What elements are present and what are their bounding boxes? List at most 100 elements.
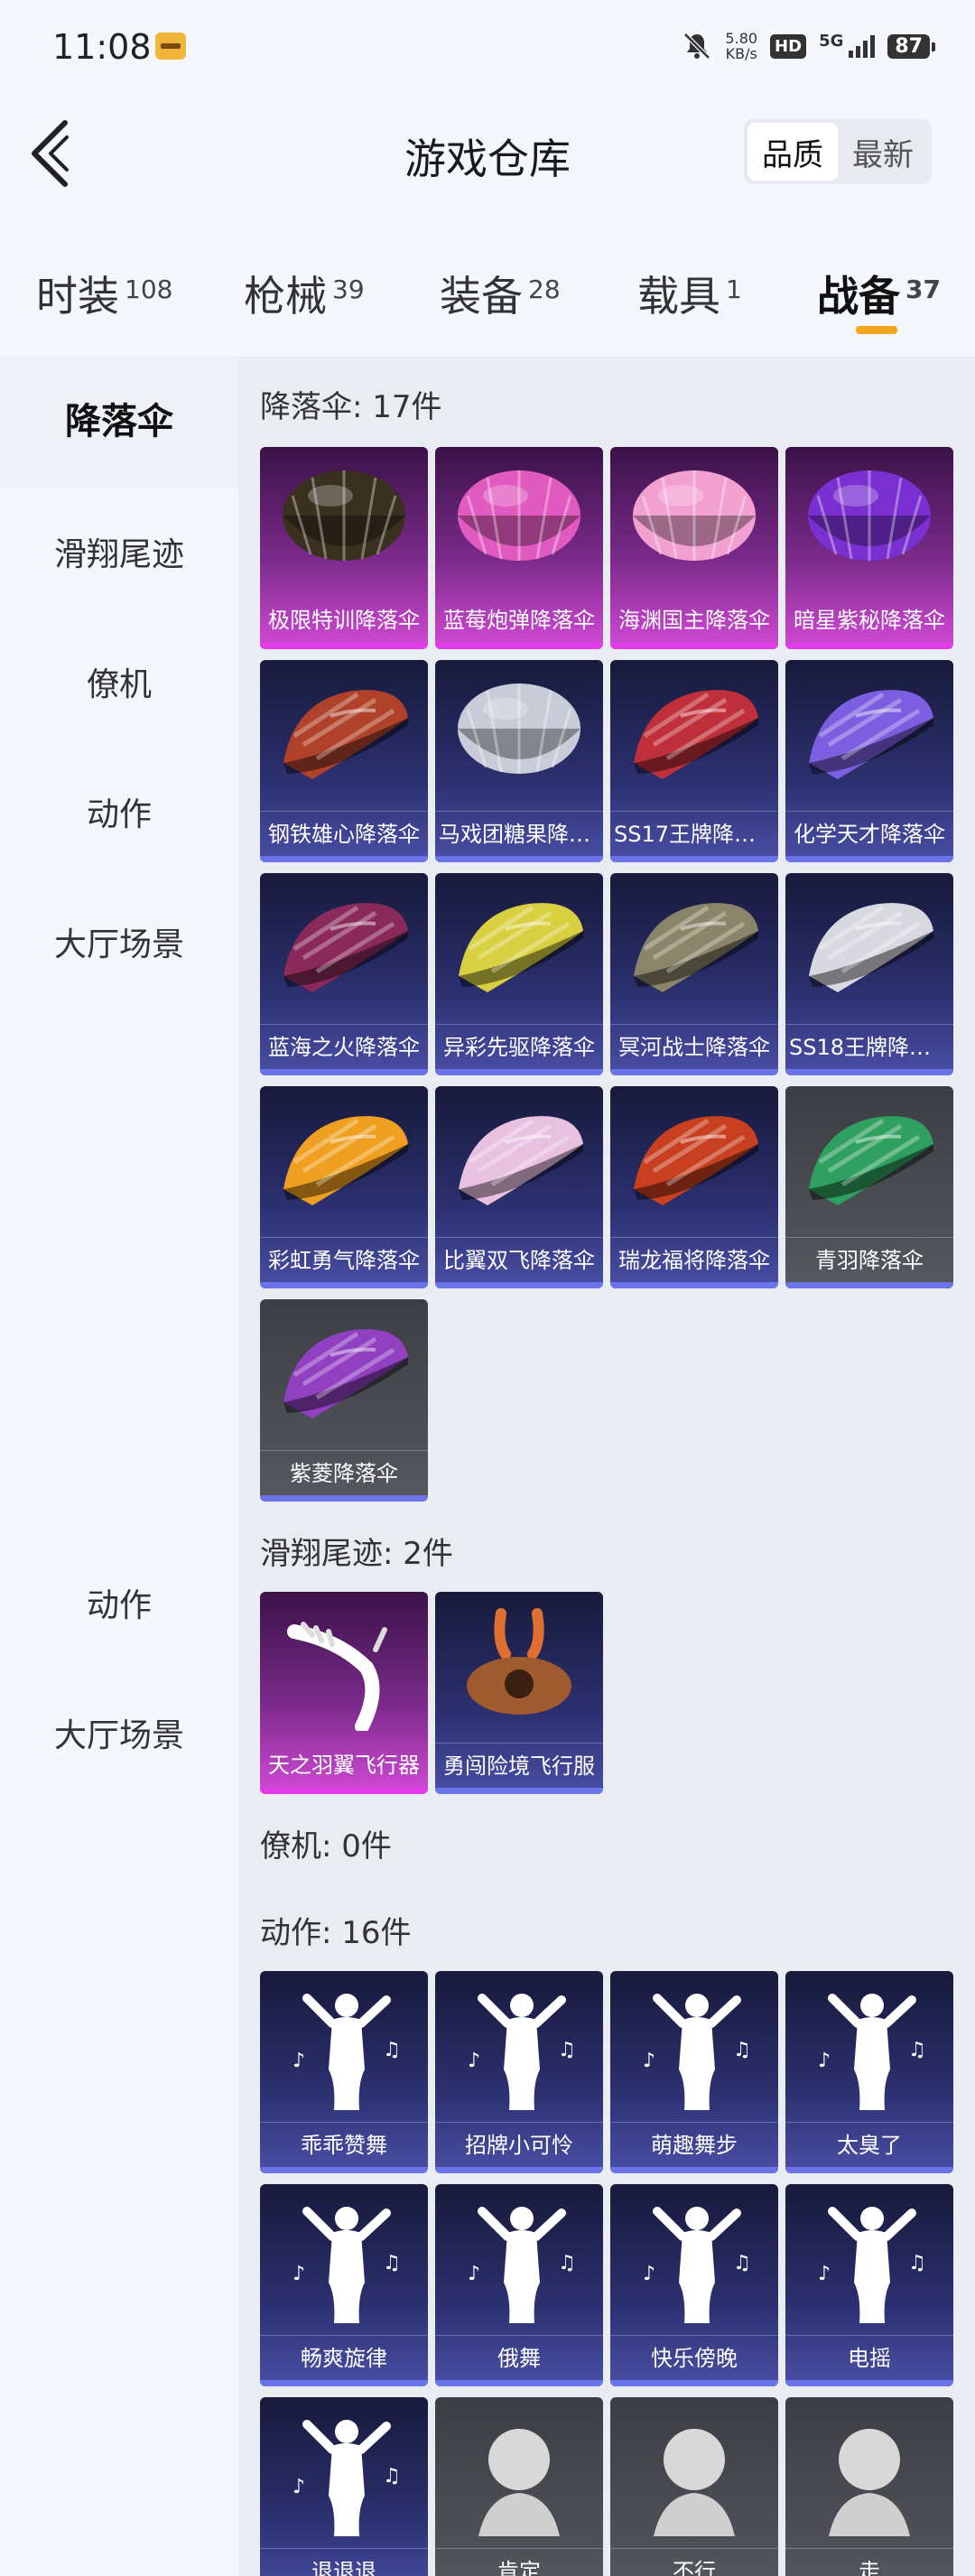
item-name: 勇闯险境飞行服 xyxy=(435,1743,603,1788)
item-name: SS18王牌降落伞 xyxy=(785,1024,953,1069)
parachute-item-card[interactable]: SS18王牌降落伞 xyxy=(785,873,953,1075)
network-speed-value: 5.80 xyxy=(725,30,758,47)
emote-item-card[interactable]: ♪ ♫ 电摇 xyxy=(785,2184,953,2386)
parachute-item-card[interactable]: 比翼双飞降落伞 xyxy=(435,1086,603,1288)
tab-battle-gear[interactable]: 战备 37 xyxy=(817,264,941,323)
sidebar-item-emote-repeat[interactable]: 动作 xyxy=(0,1579,238,1626)
rarity-bar xyxy=(435,2167,603,2173)
rarity-bar xyxy=(260,1788,428,1794)
rarity-bar xyxy=(260,643,428,649)
rarity-bar xyxy=(785,643,953,649)
emote-item-card[interactable]: ♪ ♫ 退退退 xyxy=(260,2397,428,2576)
glide_trail-item-card[interactable]: 天之羽翼飞行器 xyxy=(260,1592,428,1794)
rarity-bar xyxy=(435,1788,603,1794)
item-name: 海渊国主降落伞 xyxy=(618,608,770,633)
sort-option-latest[interactable]: 最新 xyxy=(838,123,928,181)
emote-item-card[interactable]: 走 xyxy=(785,2397,953,2576)
parachute-item-card[interactable]: 冥河战士降落伞 xyxy=(610,873,778,1075)
svg-text:♪: ♪ xyxy=(292,2050,305,2072)
sidebar-item-wingman[interactable]: 僚机 xyxy=(0,658,238,705)
tab-label: 装备 xyxy=(440,272,523,321)
parachute-item-card[interactable]: 马戏团糖果降落伞 xyxy=(435,660,603,862)
rarity-bar xyxy=(785,1282,953,1288)
parachute-icon xyxy=(276,886,412,1012)
item-name: 天之羽翼飞行器 xyxy=(268,1753,420,1778)
section-title-glide-trail: 滑翔尾迹: 2件 xyxy=(260,1536,453,1572)
parachute-item-card[interactable]: 海渊国主降落伞 xyxy=(610,447,778,649)
sidebar-item-parachute[interactable]: 降落伞 xyxy=(0,357,238,488)
emote-figure-icon: ♪ ♫ xyxy=(802,1984,937,2110)
active-tab-indicator xyxy=(856,326,897,334)
item-name: 不行 xyxy=(610,2548,778,2576)
tab-guns[interactable]: 枪械 39 xyxy=(244,264,365,323)
parachute-icon xyxy=(802,460,937,586)
rarity-bar xyxy=(435,1069,603,1075)
parachute-icon xyxy=(276,460,412,586)
rarity-bar xyxy=(785,2167,953,2173)
sort-option-quality[interactable]: 品质 xyxy=(748,123,838,181)
svg-text:♪: ♪ xyxy=(818,2050,831,2072)
item-name: 瑞龙福将降落伞 xyxy=(610,1237,778,1282)
rarity-bar xyxy=(260,1069,428,1075)
rarity-bar xyxy=(610,1069,778,1075)
tab-label: 枪械 xyxy=(244,272,327,321)
parachute-item-card[interactable]: 极限特训降落伞 xyxy=(260,447,428,649)
parachute-item-card[interactable]: 异彩先驱降落伞 xyxy=(435,873,603,1075)
hd-badge: HD xyxy=(770,33,807,59)
parachute-item-card[interactable]: 瑞龙福将降落伞 xyxy=(610,1086,778,1288)
parachute-icon xyxy=(276,1099,412,1225)
emote-item-card[interactable]: 不行 xyxy=(610,2397,778,2576)
item-name: 冥河战士降落伞 xyxy=(610,1024,778,1069)
emote-item-card[interactable]: ♪ ♫ 快乐傍晚 xyxy=(610,2184,778,2386)
emote-item-card[interactable]: 肯定 xyxy=(435,2397,603,2576)
rarity-bar xyxy=(435,2380,603,2386)
parachute-item-card[interactable]: 紫菱降落伞 xyxy=(260,1299,428,1502)
svg-text:♪: ♪ xyxy=(468,2263,480,2285)
sidebar-item-emote[interactable]: 动作 xyxy=(0,788,238,835)
glide_trail-item-card[interactable]: 勇闯险境飞行服 xyxy=(435,1592,603,1794)
inventory-content: 降落伞: 17件 滑翔尾迹: 2件 僚机: 0件 动作: 16件 极限特训降落伞… xyxy=(238,357,975,2576)
sidebar-item-lobby-scene-repeat[interactable]: 大厅场景 xyxy=(0,1709,238,1756)
tab-vehicles[interactable]: 载具 1 xyxy=(637,264,742,323)
sidebar-item-glide-trail[interactable]: 滑翔尾迹 xyxy=(0,528,238,575)
rarity-bar xyxy=(785,1069,953,1075)
parachute-item-card[interactable]: 暗星紫秘降落伞 xyxy=(785,447,953,649)
item-name: 太臭了 xyxy=(785,2122,953,2167)
tab-count: 37 xyxy=(905,274,941,304)
emote-item-card[interactable]: ♪ ♫ 太臭了 xyxy=(785,1971,953,2173)
emote-item-card[interactable]: ♪ ♫ 乖乖赞舞 xyxy=(260,1971,428,2173)
rarity-bar xyxy=(260,1495,428,1502)
parachute-item-card[interactable]: 化学天才降落伞 xyxy=(785,660,953,862)
svg-text:♫: ♫ xyxy=(908,2039,926,2061)
tab-equipment[interactable]: 装备 28 xyxy=(440,264,561,323)
parachute-icon xyxy=(802,886,937,1012)
battery-icon: 87 xyxy=(887,33,935,59)
parachute-icon xyxy=(276,1312,412,1438)
parachute-item-card[interactable]: 蓝海之火降落伞 xyxy=(260,873,428,1075)
item-name: 极限特训降落伞 xyxy=(268,608,420,633)
parachute-icon xyxy=(451,886,587,1012)
emote-figure-icon: ♪ ♫ xyxy=(276,1984,412,2110)
sidebar-item-lobby-scene[interactable]: 大厅场景 xyxy=(0,918,238,965)
svg-text:♫: ♫ xyxy=(558,2039,576,2061)
parachute-item-card[interactable]: 青羽降落伞 xyxy=(785,1086,953,1288)
emote-item-card[interactable]: ♪ ♫ 畅爽旋律 xyxy=(260,2184,428,2386)
parachute-item-card[interactable]: 彩虹勇气降落伞 xyxy=(260,1086,428,1288)
parachute-item-card[interactable]: SS17王牌降落伞 xyxy=(610,660,778,862)
emote-item-card[interactable]: ♪ ♫ 招牌小可怜 xyxy=(435,1971,603,2173)
parachute-item-card[interactable]: 钢铁雄心降落伞 xyxy=(260,660,428,862)
emote-item-card[interactable]: ♪ ♫ 俄舞 xyxy=(435,2184,603,2386)
page-header: 游戏仓库 品质 最新 xyxy=(0,99,975,208)
tab-label: 载具 xyxy=(637,272,720,321)
glide-trail-icon xyxy=(451,1604,587,1731)
emote-figure-icon: ♪ ♫ xyxy=(627,2197,762,2323)
svg-text:♪: ♪ xyxy=(643,2263,655,2285)
network-type: 5G xyxy=(819,31,844,51)
rarity-bar xyxy=(610,2167,778,2173)
item-name: 畅爽旋律 xyxy=(260,2335,428,2380)
parachute-item-card[interactable]: 蓝莓炮弹降落伞 xyxy=(435,447,603,649)
emote-item-card[interactable]: ♪ ♫ 萌趣舞步 xyxy=(610,1971,778,2173)
sort-toggle: 品质 最新 xyxy=(744,119,932,184)
parachute-icon xyxy=(451,460,587,586)
tab-outfit[interactable]: 时装 108 xyxy=(36,264,172,323)
